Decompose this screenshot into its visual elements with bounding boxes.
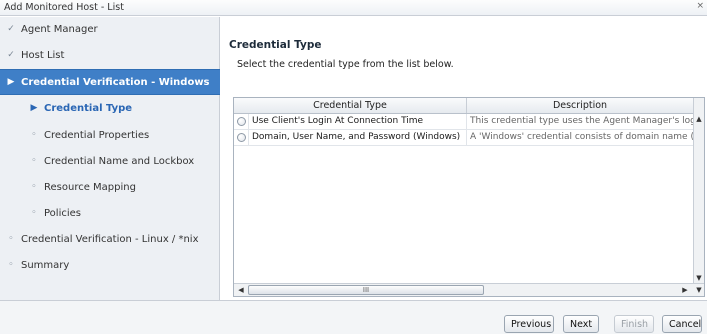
step-policies[interactable]: ◦ Policies <box>0 201 220 227</box>
step-credential-properties[interactable]: ◦ Credential Properties <box>0 123 220 149</box>
step-label: Summary <box>21 260 70 271</box>
current-step-arrow-icon: ▶ <box>30 103 38 113</box>
bullet-icon: ◦ <box>31 182 37 192</box>
checkmark-icon: ✓ <box>7 24 15 34</box>
table-header: Credential Type Description <box>234 98 694 114</box>
horizontal-scroll-thumb[interactable]: III <box>248 285 484 295</box>
description-cell: A 'Windows' credential consists of domai… <box>467 130 694 146</box>
radio-button[interactable] <box>237 133 246 142</box>
row-select-cell <box>234 114 249 130</box>
credential-type-cell: Use Client's Login At Connection Time <box>249 114 467 130</box>
expand-arrow-icon: ▶ <box>7 77 15 87</box>
bullet-icon: ◦ <box>31 208 37 218</box>
bullet-icon: ◦ <box>8 234 14 244</box>
wizard-footer: Previous Next Finish Cancel <box>0 300 707 334</box>
page-description: Select the credential type from the list… <box>237 59 454 70</box>
radio-button[interactable] <box>237 117 246 126</box>
checkmark-icon: ✓ <box>7 50 15 60</box>
step-summary[interactable]: ◦ Summary <box>0 253 220 279</box>
bullet-icon: ◦ <box>31 156 37 166</box>
previous-button[interactable]: Previous <box>504 315 554 333</box>
step-label: Credential Verification - Windows <box>21 77 210 88</box>
column-header-description[interactable]: Description <box>467 98 694 113</box>
step-label: Credential Verification - Linux / *nix <box>21 234 199 245</box>
step-credential-name-and-lockbox[interactable]: ◦ Credential Name and Lockbox <box>0 149 220 175</box>
finish-button[interactable]: Finish <box>614 315 654 333</box>
step-label: Resource Mapping <box>44 182 136 193</box>
cancel-button[interactable]: Cancel <box>662 315 702 333</box>
credential-type-cell: Domain, User Name, and Password (Windows… <box>249 130 467 146</box>
vertical-scrollbar[interactable]: ▲ ▼ <box>693 98 704 284</box>
wizard-steps-sidebar: ✓ Agent Manager ✓ Host List ▶ Credential… <box>0 17 220 300</box>
step-label: Credential Name and Lockbox <box>44 156 195 167</box>
step-label: Credential Properties <box>44 130 150 141</box>
step-credential-verification-linux[interactable]: ◦ Credential Verification - Linux / *nix <box>0 227 220 253</box>
next-button[interactable]: Next <box>563 315 599 333</box>
step-label: Policies <box>44 208 81 219</box>
bullet-icon: ◦ <box>8 260 14 270</box>
step-host-list[interactable]: ✓ Host List <box>0 43 220 69</box>
scroll-left-icon[interactable]: ◀ <box>235 284 247 296</box>
step-resource-mapping[interactable]: ◦ Resource Mapping <box>0 175 220 201</box>
window-title: Add Monitored Host - List <box>4 2 124 13</box>
horizontal-scrollbar[interactable]: ◀ III ▶ ▼ <box>234 283 704 296</box>
credential-type-table: Credential Type Description Use Client's… <box>233 97 705 297</box>
table-row[interactable]: Domain, User Name, and Password (Windows… <box>234 130 694 146</box>
close-icon[interactable]: × <box>696 1 704 11</box>
main-panel: Credential Type Select the credential ty… <box>221 17 707 300</box>
bullet-icon: ◦ <box>31 130 37 140</box>
table-row[interactable]: Use Client's Login At Connection Time Th… <box>234 114 694 130</box>
row-select-cell <box>234 130 249 146</box>
step-label: Agent Manager <box>21 24 98 35</box>
step-label: Host List <box>21 50 65 61</box>
scroll-right-icon[interactable]: ▶ <box>679 284 691 296</box>
page-title: Credential Type <box>229 39 322 51</box>
scroll-down-small-icon[interactable]: ▼ <box>693 284 704 296</box>
step-label: Credential Type <box>44 103 133 114</box>
step-credential-type[interactable]: ▶ Credential Type <box>0 96 220 122</box>
description-cell: This credential type uses the Agent Mana… <box>467 114 694 130</box>
step-credential-verification-windows[interactable]: ▶ Credential Verification - Windows <box>0 69 220 95</box>
scroll-up-icon[interactable]: ▲ <box>694 114 704 125</box>
step-agent-manager[interactable]: ✓ Agent Manager <box>0 17 220 43</box>
column-header-credential-type[interactable]: Credential Type <box>234 98 467 113</box>
window-titlebar: Add Monitored Host - List × <box>0 0 707 16</box>
